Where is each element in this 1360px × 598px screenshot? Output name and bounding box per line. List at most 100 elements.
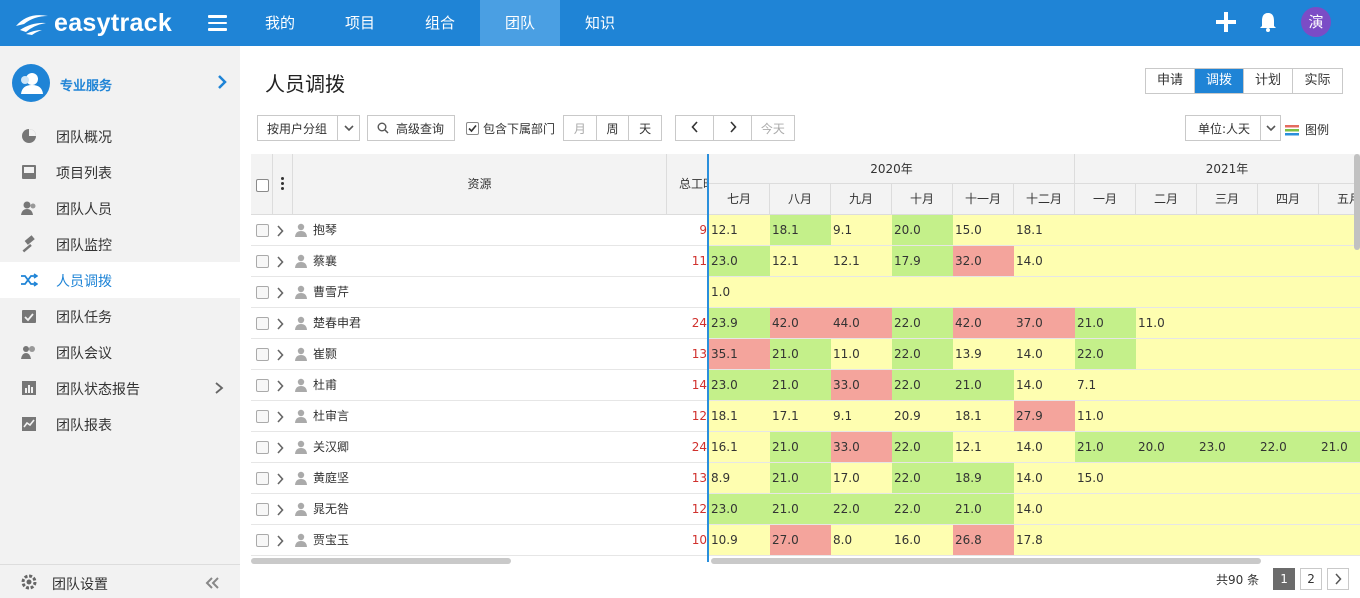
expand-chevron-icon[interactable] (276, 318, 284, 330)
granularity-1[interactable]: 周 (597, 120, 629, 137)
allocation-cell[interactable]: 42.0 (953, 308, 1014, 338)
expand-chevron-icon[interactable] (276, 535, 284, 547)
allocation-cell[interactable]: 15.0 (1075, 463, 1136, 493)
allocation-cell[interactable] (1136, 277, 1197, 307)
allocation-cell[interactable]: 22.0 (892, 339, 953, 369)
logo[interactable]: easytrack (14, 8, 172, 38)
resource-name[interactable]: 抱琴 (313, 215, 337, 245)
settings-label[interactable]: 团队设置 (52, 574, 108, 594)
allocation-cell[interactable]: 18.1 (709, 401, 770, 431)
allocation-cell[interactable] (1258, 401, 1319, 431)
allocation-cell[interactable]: 16.1 (709, 432, 770, 462)
row-checkbox[interactable] (256, 317, 269, 330)
allocation-cell[interactable] (1136, 463, 1197, 493)
expand-chevron-icon[interactable] (276, 225, 284, 237)
allocation-cell[interactable] (1258, 277, 1319, 307)
allocation-cell[interactable]: 22.0 (892, 463, 953, 493)
select-all-checkbox[interactable] (256, 179, 269, 192)
include-sub-dept[interactable]: 包含下属部门 (466, 115, 555, 141)
allocation-cell[interactable] (1136, 339, 1197, 369)
allocation-cell[interactable] (1197, 370, 1258, 400)
allocation-cell[interactable]: 23.0 (709, 246, 770, 276)
allocation-cell[interactable]: 26.8 (953, 525, 1014, 555)
allocation-cell[interactable] (1319, 463, 1360, 493)
allocation-cell[interactable]: 18.9 (953, 463, 1014, 493)
resource-name[interactable]: 黄庭坚 (313, 463, 349, 493)
legend-button[interactable]: 图例 (1285, 121, 1329, 138)
allocation-cell[interactable]: 21.0 (1075, 308, 1136, 338)
allocation-cell[interactable]: 33.0 (831, 432, 892, 462)
allocation-cell[interactable] (1197, 463, 1258, 493)
next-button[interactable] (714, 120, 750, 136)
resource-name[interactable]: 楚春申君 (313, 308, 361, 338)
row-checkbox[interactable] (256, 534, 269, 547)
bell-icon[interactable] (1257, 11, 1279, 33)
row-checkbox[interactable] (256, 224, 269, 237)
allocation-cell[interactable]: 13.9 (953, 339, 1014, 369)
vertical-scrollbar[interactable] (1354, 154, 1360, 250)
nav-item-2[interactable]: 组合 (400, 0, 480, 46)
allocation-cell[interactable]: 22.0 (831, 494, 892, 524)
allocation-cell[interactable]: 21.0 (770, 494, 831, 524)
allocation-cell[interactable]: 11.0 (1075, 401, 1136, 431)
sidebar-item-4[interactable]: 人员调拨 (0, 262, 240, 298)
allocation-cell[interactable]: 16.0 (892, 525, 953, 555)
allocation-cell[interactable]: 14.0 (1014, 246, 1075, 276)
row-checkbox[interactable] (256, 379, 269, 392)
allocation-cell[interactable] (1136, 215, 1197, 245)
resource-name[interactable]: 杜甫 (313, 370, 337, 400)
allocation-cell[interactable]: 11.0 (831, 339, 892, 369)
allocation-cell[interactable]: 23.0 (709, 494, 770, 524)
allocation-cell[interactable]: 22.0 (892, 432, 953, 462)
allocation-cell[interactable] (1258, 308, 1319, 338)
page-button-1[interactable]: 1 (1273, 568, 1296, 590)
sidebar-item-3[interactable]: 团队监控 (0, 226, 240, 262)
allocation-cell[interactable] (1075, 215, 1136, 245)
sidebar-item-6[interactable]: 团队会议 (0, 334, 240, 370)
allocation-cell[interactable]: 10.9 (709, 525, 770, 555)
expand-chevron-icon[interactable] (276, 349, 284, 361)
resource-column-header[interactable]: 资源 (293, 154, 667, 215)
row-checkbox[interactable] (256, 441, 269, 454)
advanced-search-button[interactable]: 高级查询 (367, 115, 455, 141)
allocation-cell[interactable] (1075, 525, 1136, 555)
sidebar-item-0[interactable]: 团队概况 (0, 118, 240, 154)
chevron-right-icon[interactable] (214, 381, 224, 395)
allocation-cell[interactable] (1197, 525, 1258, 555)
allocation-cell[interactable] (1136, 494, 1197, 524)
allocation-cell[interactable] (1136, 370, 1197, 400)
allocation-cell[interactable]: 17.1 (770, 401, 831, 431)
expand-chevron-icon[interactable] (276, 473, 284, 485)
allocation-cell[interactable] (1258, 525, 1319, 555)
allocation-cell[interactable]: 8.0 (831, 525, 892, 555)
allocation-cell[interactable] (1319, 370, 1360, 400)
row-checkbox[interactable] (256, 286, 269, 299)
allocation-cell[interactable]: 22.0 (892, 308, 953, 338)
allocation-cell[interactable]: 21.0 (953, 494, 1014, 524)
allocation-cell[interactable]: 15.0 (953, 215, 1014, 245)
sidebar-item-8[interactable]: 团队报表 (0, 406, 240, 442)
resource-name[interactable]: 曹雪芹 (313, 277, 349, 307)
allocation-cell[interactable] (1258, 370, 1319, 400)
table-row[interactable]: 杜审言 12 18.1 17.1 9.1 20.9 18.1 27.9 11.0 (251, 401, 1360, 432)
resource-name[interactable]: 贾宝玉 (313, 525, 349, 555)
allocation-cell[interactable] (1319, 246, 1360, 276)
resource-name[interactable]: 崔颢 (313, 339, 337, 369)
allocation-cell[interactable] (1319, 277, 1360, 307)
resource-name[interactable]: 蔡襄 (313, 246, 337, 276)
chevron-right-icon[interactable] (216, 74, 228, 90)
allocation-cell[interactable]: 23.0 (1197, 432, 1258, 462)
expand-chevron-icon[interactable] (276, 442, 284, 454)
allocation-cell[interactable] (831, 277, 892, 307)
allocation-cell[interactable]: 17.9 (892, 246, 953, 276)
row-checkbox[interactable] (256, 472, 269, 485)
allocation-cell[interactable]: 12.1 (953, 432, 1014, 462)
allocation-cell[interactable] (1258, 246, 1319, 276)
user-avatar[interactable]: 演 (1301, 7, 1331, 37)
gear-icon[interactable] (20, 573, 38, 591)
row-checkbox[interactable] (256, 255, 269, 268)
sidebar-item-7[interactable]: 团队状态报告 (0, 370, 240, 406)
expand-chevron-icon[interactable] (276, 411, 284, 423)
sidebar-header[interactable]: 专业服务 (0, 46, 240, 120)
allocation-cell[interactable] (1197, 246, 1258, 276)
